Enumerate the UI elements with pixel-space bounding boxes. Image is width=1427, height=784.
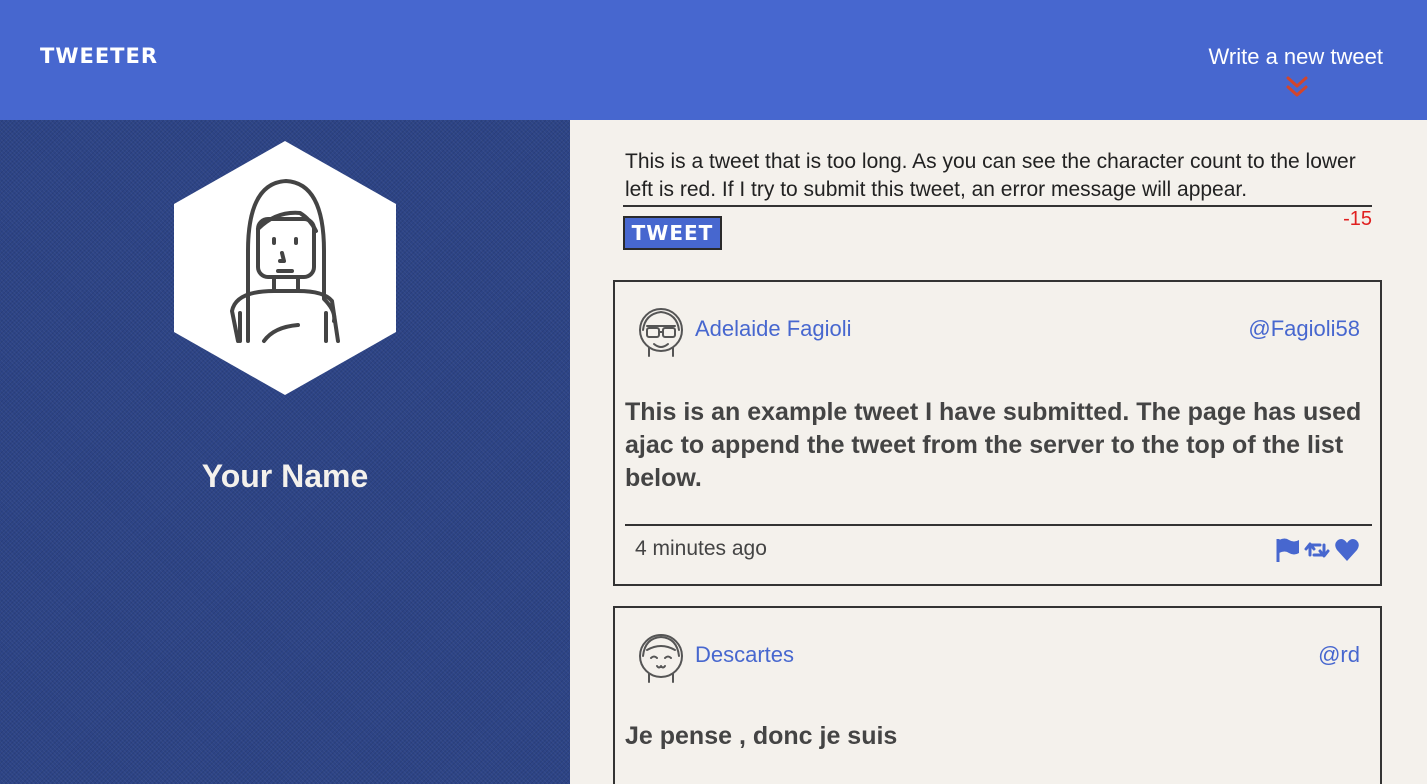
profile-name: Your Name [201, 458, 369, 494]
tweet-author-name[interactable]: Adelaide Fagioli [695, 316, 852, 342]
tweet-actions [1274, 537, 1360, 563]
tweet-author-handle[interactable]: @Fagioli58 [1248, 316, 1360, 342]
app-logo[interactable]: TWEETER [40, 44, 158, 68]
tweet-body: Je pense , donc je suis [625, 722, 898, 750]
tweet-author-handle[interactable]: @rd [1318, 642, 1360, 668]
avatar-icon [639, 634, 683, 683]
compose-divider [623, 205, 1372, 207]
avatar-icon [639, 308, 683, 357]
top-nav: TWEETER Write a new tweet [0, 0, 1427, 120]
write-new-tweet-link[interactable]: Write a new tweet [1209, 44, 1383, 70]
tweet-body: This is an example tweet I have submitte… [625, 398, 1362, 492]
character-counter: -15 [1343, 208, 1372, 230]
tweet-divider [625, 524, 1372, 526]
user-avatar-icon [174, 141, 396, 395]
retweet-icon[interactable] [1304, 537, 1330, 563]
tweet-timestamp: 4 minutes ago [635, 537, 767, 560]
tweet-submit-button[interactable]: TWEET [623, 216, 722, 250]
tweet-compose-textarea[interactable]: This is a tweet that is too long. As you… [625, 148, 1370, 204]
tweet-author-name[interactable]: Descartes [695, 642, 794, 668]
double-chevron-down-icon[interactable] [1285, 76, 1309, 98]
tweet-card: Descartes @rd Je pense , donc je suis [613, 606, 1382, 784]
heart-icon[interactable] [1334, 537, 1360, 563]
flag-icon[interactable] [1274, 537, 1300, 563]
tweet-card: Adelaide Fagioli @Fagioli58 This is an e… [613, 280, 1382, 586]
